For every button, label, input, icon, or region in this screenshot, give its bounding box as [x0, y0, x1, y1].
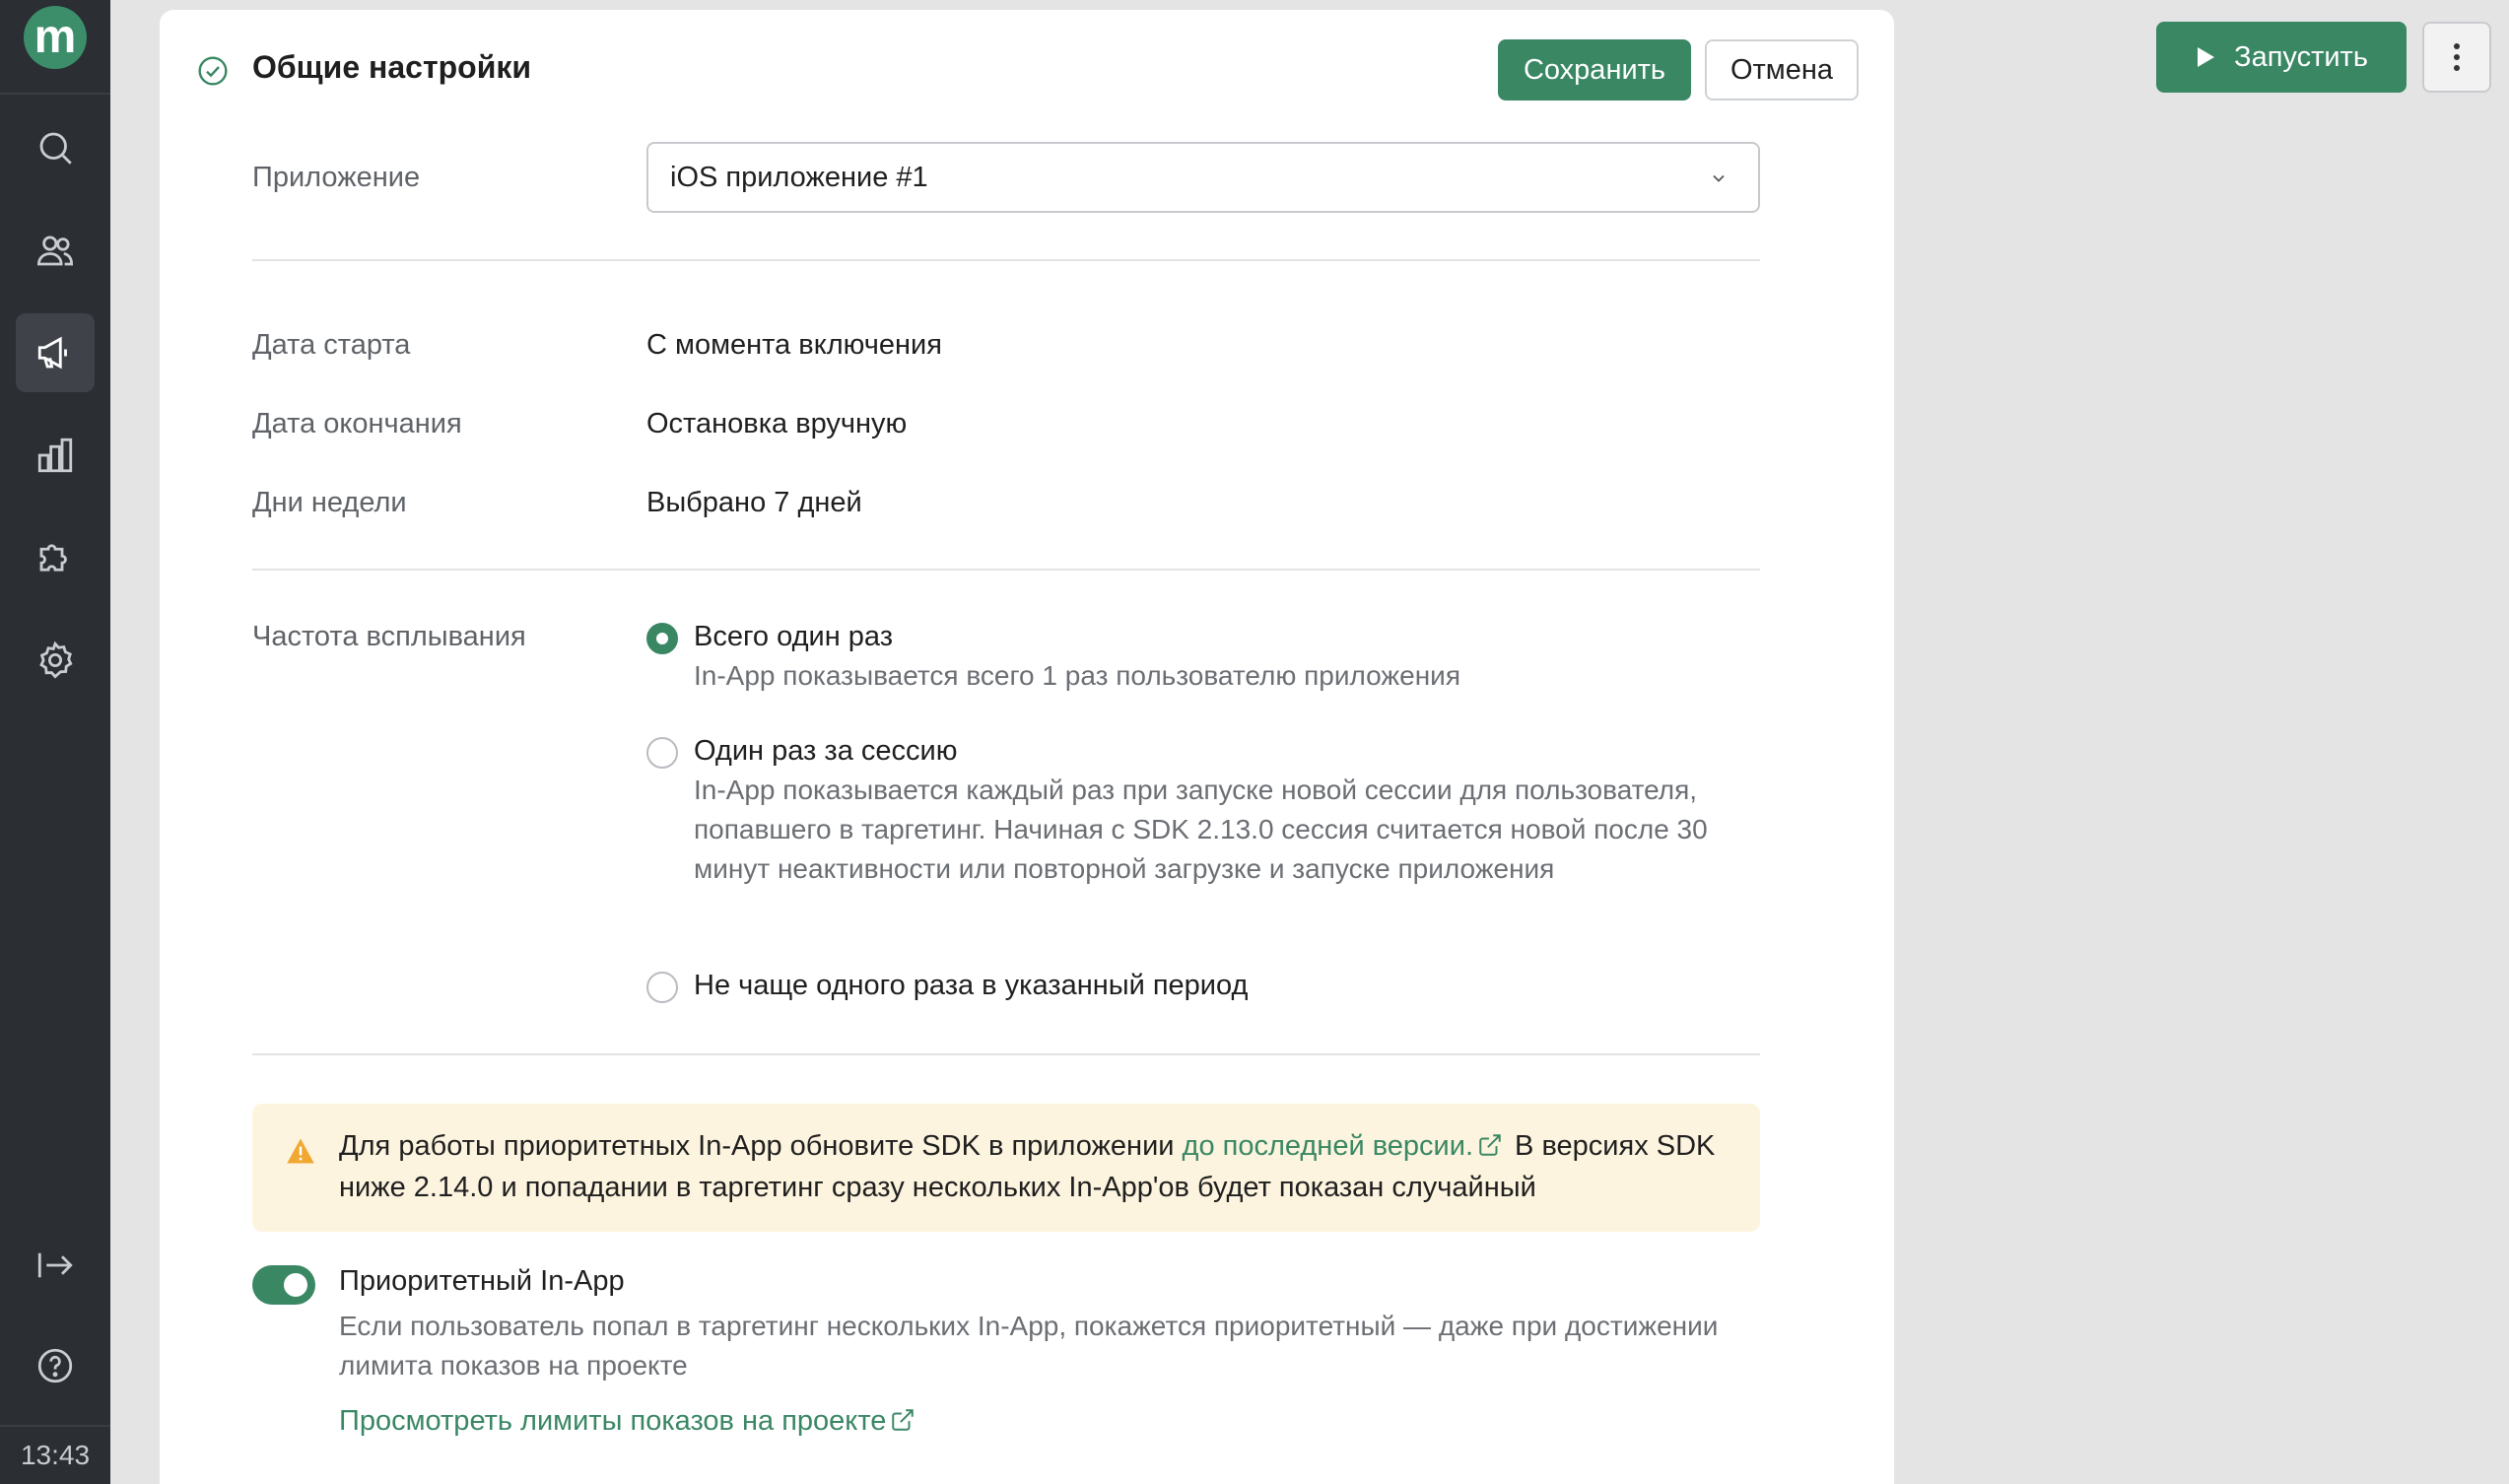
- sdk-warning-alert: Для работы приоритетных In-App обновите …: [252, 1104, 1760, 1232]
- page-title: Общие настройки: [252, 49, 532, 85]
- users-icon: [36, 236, 74, 266]
- radio-per-session-desc: In-App показывается каждый раз при запус…: [694, 775, 1708, 884]
- check-circle-icon: [198, 56, 228, 86]
- nav-campaigns[interactable]: [16, 313, 95, 392]
- divider: [252, 569, 1760, 571]
- search-icon: [39, 132, 72, 165]
- divider: [252, 1053, 1760, 1055]
- divider: [252, 259, 1760, 261]
- alert-text: Для работы приоритетных In-App обновите …: [339, 1125, 1738, 1208]
- run-button[interactable]: Запустить: [2156, 22, 2407, 93]
- toggle-knob: [284, 1273, 307, 1297]
- clock: 13:43: [0, 1425, 110, 1484]
- megaphone-icon: [37, 336, 67, 370]
- end-date-label: Дата окончания: [252, 408, 462, 439]
- frequency-label: Частота всплывания: [252, 621, 526, 652]
- radio-per-period-label[interactable]: Не чаще одного раза в указанный период: [694, 970, 1248, 1002]
- alert-text-before: Для работы приоритетных In-App обновите …: [339, 1130, 1183, 1162]
- save-button[interactable]: Сохранить: [1498, 39, 1691, 101]
- latest-version-link[interactable]: до последней версии.: [1183, 1130, 1473, 1162]
- radio-per-session[interactable]: [646, 737, 678, 769]
- nav-analytics[interactable]: [16, 416, 95, 495]
- priority-toggle[interactable]: [252, 1265, 315, 1305]
- nav-help[interactable]: [16, 1326, 95, 1405]
- radio-once-desc: In-App показывается всего 1 раз пользова…: [694, 660, 1460, 691]
- puzzle-icon: [39, 544, 67, 572]
- external-link-icon[interactable]: [890, 1407, 915, 1433]
- priority-title[interactable]: Приоритетный In-App: [339, 1265, 625, 1298]
- radio-once[interactable]: [646, 623, 678, 654]
- nav-search[interactable]: [16, 108, 95, 187]
- run-button-label: Запустить: [2234, 40, 2368, 73]
- nav-users[interactable]: [16, 211, 95, 290]
- radio-per-session-label[interactable]: Один раз за сессию: [694, 735, 957, 768]
- nav-settings[interactable]: [16, 621, 95, 700]
- nav-logout[interactable]: [16, 1226, 95, 1305]
- logo[interactable]: m: [24, 6, 87, 69]
- radio-per-period[interactable]: [646, 972, 678, 1003]
- sidebar-divider: [0, 93, 110, 95]
- help-icon: [37, 1348, 73, 1383]
- logout-icon: [37, 1252, 73, 1278]
- card-header: Общие настройки Сохранить Отмена: [160, 10, 1894, 132]
- settings-card: Общие настройки Сохранить Отмена Приложе…: [160, 10, 1894, 1484]
- priority-desc: Если пользователь попал в таргетинг неск…: [339, 1311, 1719, 1381]
- more-vertical-icon: [2454, 43, 2460, 71]
- app-label: Приложение: [252, 162, 421, 193]
- app-select[interactable]: iOS приложение #1: [646, 142, 1760, 213]
- warning-icon: [287, 1138, 314, 1164]
- start-date-value[interactable]: С момента включения: [646, 329, 942, 362]
- more-menu-button[interactable]: [2422, 22, 2491, 93]
- external-link-icon[interactable]: [1477, 1132, 1503, 1158]
- radio-once-label[interactable]: Всего один раз: [694, 621, 893, 653]
- chart-icon: [37, 438, 73, 473]
- cancel-button[interactable]: Отмена: [1705, 39, 1859, 101]
- end-date-value[interactable]: Остановка вручную: [646, 408, 907, 440]
- app-select-value: iOS приложение #1: [670, 162, 928, 193]
- weekdays-value[interactable]: Выбрано 7 дней: [646, 487, 862, 519]
- nav-integrations[interactable]: [16, 518, 95, 597]
- start-date-label: Дата старта: [252, 329, 411, 361]
- chevron-down-icon: [1713, 174, 1725, 182]
- view-limits-link[interactable]: Просмотреть лимиты показов на проекте: [339, 1405, 919, 1438]
- view-limits-link-label[interactable]: Просмотреть лимиты показов на проекте: [339, 1405, 886, 1437]
- gear-icon: [39, 641, 73, 679]
- sidebar: m 13:43: [0, 0, 110, 1484]
- play-icon: [2198, 47, 2215, 67]
- weekdays-label: Дни недели: [252, 487, 407, 518]
